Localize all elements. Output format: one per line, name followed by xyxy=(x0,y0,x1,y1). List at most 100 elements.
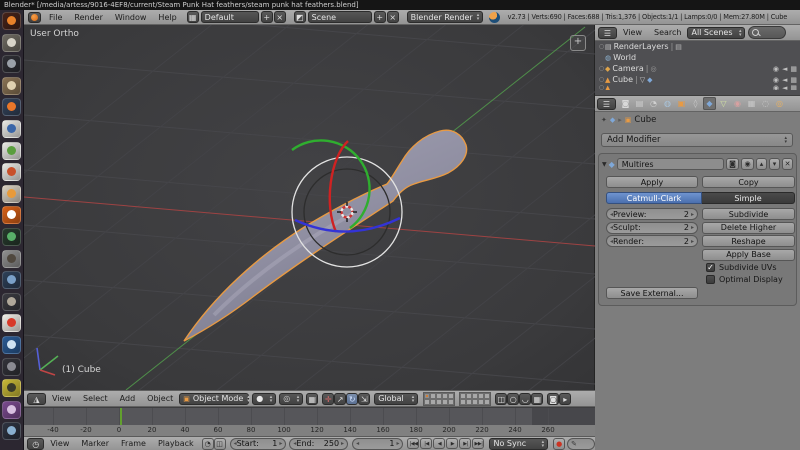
manipulator-scale[interactable]: ⇲ xyxy=(358,393,370,405)
manipulate-center-points-toggle[interactable]: ▦ xyxy=(306,393,318,405)
current-frame-field[interactable]: ◂ 1 ▸ xyxy=(352,438,403,450)
software-center-launcher-icon[interactable] xyxy=(2,185,21,203)
view3d-menu-view[interactable]: View xyxy=(46,394,77,403)
media-player-launcher-icon[interactable] xyxy=(2,336,21,354)
sync-mode-selector[interactable]: No Sync ▴▾ xyxy=(489,438,548,450)
outliner-menu-view[interactable]: View xyxy=(617,28,648,37)
menu-render[interactable]: Render xyxy=(68,13,108,22)
libreoffice-writer-launcher-icon[interactable] xyxy=(2,120,21,138)
purple-app-launcher-icon[interactable] xyxy=(2,401,21,419)
selectable-toggle[interactable]: ◄ xyxy=(782,65,787,73)
modifier-delete-button[interactable]: ✕ xyxy=(782,158,793,170)
hide-toggle[interactable]: ◉ xyxy=(773,85,779,90)
expander-dot[interactable]: ○ xyxy=(598,43,605,50)
layer-20[interactable] xyxy=(484,399,490,405)
render-toggle[interactable]: ▦ xyxy=(790,65,797,73)
snap-element-selector[interactable]: ▦ xyxy=(531,393,543,405)
modifier-visibility-toggle[interactable]: ◉ xyxy=(741,158,754,170)
render-toggle[interactable]: ▦ xyxy=(790,76,797,84)
render-anim-button[interactable]: ▸ xyxy=(559,393,571,405)
blender-app-menu-icon[interactable] xyxy=(28,12,41,23)
tab-texture-icon[interactable]: ▦ xyxy=(745,97,758,110)
tab-material-icon[interactable]: ◉ xyxy=(731,97,744,110)
outliner-scope-selector[interactable]: All Scenes ▴▾ xyxy=(687,27,745,39)
expander-dot[interactable]: ○ xyxy=(598,65,605,72)
selectable-toggle[interactable]: ◄ xyxy=(782,76,787,84)
optimal-display-checkbox[interactable]: Optimal Display xyxy=(706,275,783,285)
apply-base-button[interactable]: Apply Base xyxy=(702,249,795,261)
layout-close-button[interactable]: × xyxy=(274,11,286,23)
increment-arrow[interactable]: ▸ xyxy=(691,238,694,245)
libreoffice-calc-launcher-icon[interactable] xyxy=(2,142,21,160)
layer-10[interactable] xyxy=(448,399,454,405)
prev-keyframe-button[interactable]: |◀ xyxy=(420,438,432,449)
music-player-launcher-icon[interactable] xyxy=(2,228,21,246)
tab-particles-icon[interactable]: ◌ xyxy=(759,97,772,110)
viewport-shading-selector[interactable]: ● ▴▾ xyxy=(252,393,276,405)
tab-render-layers-icon[interactable]: ▤ xyxy=(633,97,646,110)
timeline-ruler[interactable]: -40-200204060801001201401601802002202402… xyxy=(24,425,595,437)
usb-creator-launcher-icon[interactable] xyxy=(2,250,21,268)
render-toggle[interactable]: ▦ xyxy=(790,85,797,90)
tab-scene-icon[interactable]: ◔ xyxy=(647,97,660,110)
timeline-editor-type-selector[interactable]: ◷ xyxy=(27,438,44,450)
frame-end-field[interactable]: ◂ End: 250 ▸ xyxy=(289,438,348,450)
utility-app-launcher-icon[interactable] xyxy=(2,293,21,311)
outliner-item-partial[interactable]: ○▲◉◄▦ xyxy=(595,85,800,90)
scene-icon[interactable]: ◩ xyxy=(294,11,306,23)
video-editor-launcher-icon[interactable] xyxy=(2,422,21,440)
hide-toggle[interactable]: ◉ xyxy=(773,76,779,84)
view3d-menu-select[interactable]: Select xyxy=(77,394,114,403)
apply-button[interactable]: Apply xyxy=(606,176,698,188)
libreoffice-impress-launcher-icon[interactable] xyxy=(2,163,21,181)
properties-region-toggle[interactable]: + xyxy=(570,35,586,51)
subdivide-uvs-checkbox[interactable]: ✓Subdivide UVs xyxy=(706,262,777,272)
timeline-menu-playback[interactable]: Playback xyxy=(152,439,200,448)
blender-launcher-icon[interactable] xyxy=(2,12,21,30)
tab-object-data-icon[interactable]: ▽ xyxy=(717,97,730,110)
tab-render-icon[interactable]: ◙ xyxy=(619,97,632,110)
workspace-app-launcher-icon[interactable] xyxy=(2,271,21,289)
selectable-toggle[interactable]: ◄ xyxy=(782,85,787,90)
timeline-menu-view[interactable]: View xyxy=(44,439,75,448)
increment-arrow[interactable]: ▸ xyxy=(691,211,694,218)
preview-range-toggle[interactable]: ◔ xyxy=(202,438,214,450)
scene-selector[interactable]: Scene xyxy=(308,11,372,23)
manipulator-translate[interactable]: ↗ xyxy=(334,393,346,405)
tab-modifiers-icon[interactable]: ◆ xyxy=(703,97,716,110)
expander-dot[interactable]: ○ xyxy=(598,76,605,83)
tab-physics-icon[interactable]: ◎ xyxy=(773,97,786,110)
render-engine-selector[interactable]: Blender Render ▴▾ xyxy=(407,11,483,23)
image-editor-launcher-icon[interactable] xyxy=(2,379,21,397)
menu-help[interactable]: Help xyxy=(152,13,182,22)
pin-icon[interactable]: ✦ xyxy=(601,116,607,124)
timeline-menu-marker[interactable]: Marker xyxy=(75,439,115,448)
file-manager-launcher-icon[interactable] xyxy=(2,34,21,52)
keying-set-field[interactable]: ✎ xyxy=(567,438,595,450)
hide-toggle[interactable]: ◉ xyxy=(773,65,779,73)
screen-layout-icon[interactable]: ▦ xyxy=(187,11,199,23)
increment-arrow[interactable]: ▸ xyxy=(691,224,694,231)
screen-layout-selector[interactable]: Default xyxy=(201,11,259,23)
firefox-launcher-icon[interactable] xyxy=(2,98,21,116)
copy-button[interactable]: Copy xyxy=(702,176,795,188)
modifier-name-field[interactable]: Multires xyxy=(617,158,724,170)
modifier-move-down-button[interactable]: ▾ xyxy=(769,158,780,170)
editor-type-selector[interactable]: ◮ xyxy=(27,393,46,405)
play-reverse-button[interactable]: ◀ xyxy=(433,438,445,449)
lock-to-scene-toggle[interactable]: ◫ xyxy=(495,393,507,405)
play-button[interactable]: ▶ xyxy=(446,438,458,449)
checkbox-box[interactable] xyxy=(706,275,715,284)
subdivision-type-simple[interactable]: Simple xyxy=(702,192,795,204)
next-keyframe-button[interactable]: ▶| xyxy=(459,438,471,449)
audio-app-launcher-icon[interactable] xyxy=(2,206,21,224)
timeline-menu-frame[interactable]: Frame xyxy=(115,439,152,448)
jump-to-end-button[interactable]: ▶▶| xyxy=(472,438,484,449)
viewport-3d[interactable]: User Ortho (1) Cube + xyxy=(24,25,595,390)
manipulator-toggle[interactable]: ✛ xyxy=(322,393,334,405)
proportional-edit-selector[interactable]: ○ xyxy=(507,393,519,405)
reshape-button[interactable]: Reshape xyxy=(702,235,795,247)
outliner-editor-type-selector[interactable]: ☰ xyxy=(598,27,617,39)
subdivide-button[interactable]: Subdivide xyxy=(702,208,795,220)
preview-level-field[interactable]: ◂Preview:2▸ xyxy=(606,208,698,220)
